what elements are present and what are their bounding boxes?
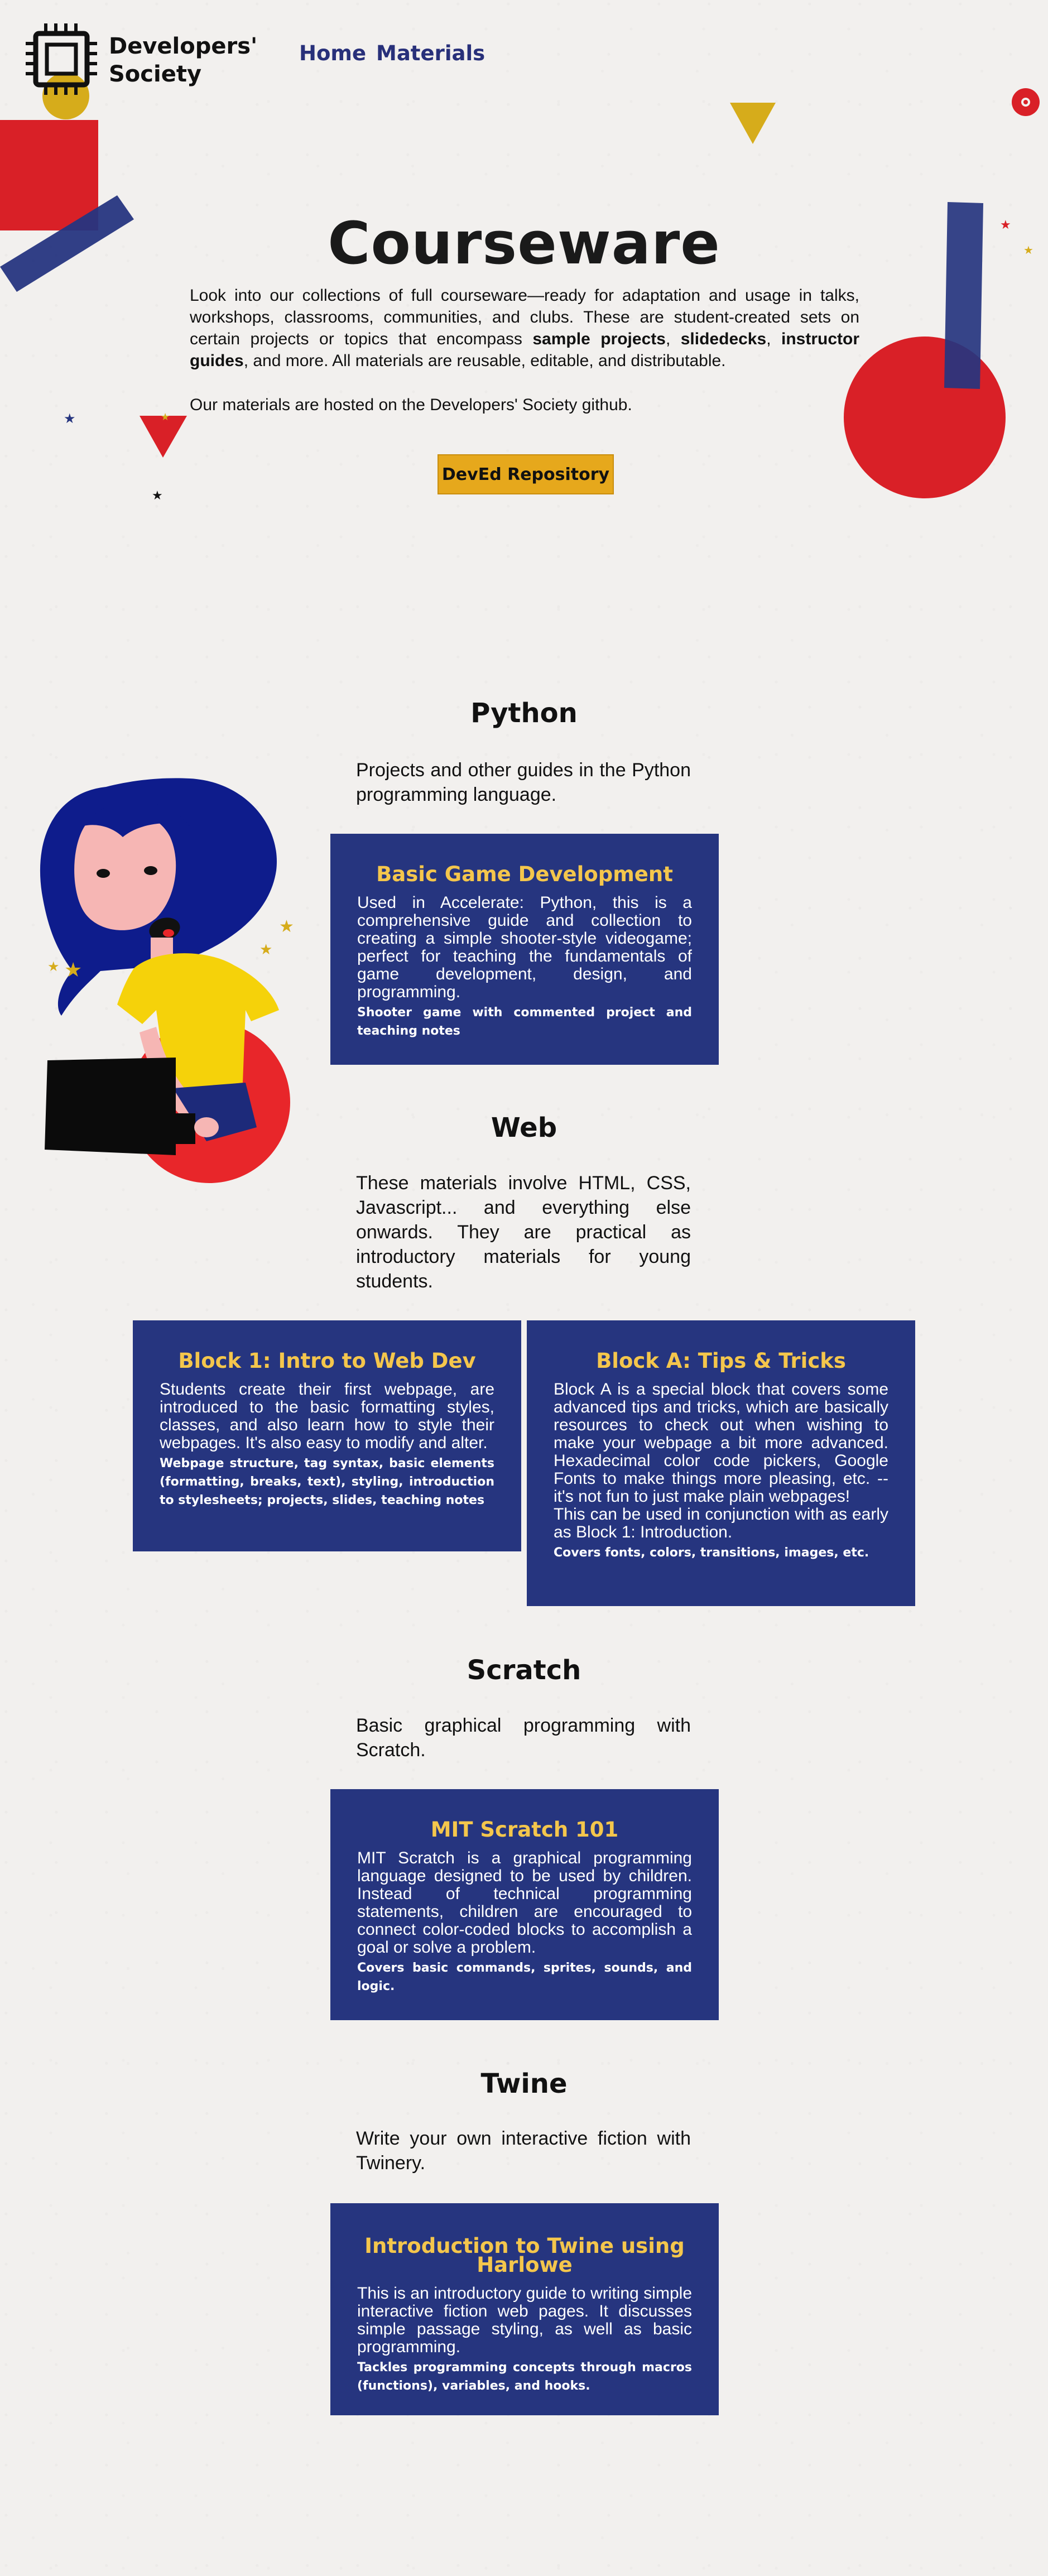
card-block-a-tips-and-tricks[interactable]: Block A: Tips & Tricks Block A is a spec… [527, 1320, 915, 1606]
svg-text:★: ★ [279, 917, 294, 936]
card-mit-scratch-101[interactable]: MIT Scratch 101 MIT Scratch is a graphic… [330, 1789, 719, 2020]
card-title: Block A: Tips & Tricks [596, 1349, 846, 1373]
hero-intro-sep: , [665, 330, 681, 348]
card-title: Basic Game Development [376, 862, 673, 886]
red-circle-shape [844, 337, 1006, 498]
hero-intro-bold-slidedecks: slidedecks [680, 330, 767, 348]
section-description-twine: Write your own interactive fiction with … [356, 2128, 691, 2174]
card-basic-game-development[interactable]: Basic Game Development Used in Accelerat… [330, 834, 719, 1065]
card-block-1-intro-to-web-dev[interactable]: Block 1: Intro to Web Dev Students creat… [133, 1320, 521, 1551]
svg-text:★: ★ [64, 959, 82, 982]
nav-materials-link[interactable]: Materials [376, 41, 485, 65]
page-title: Courseware [328, 209, 720, 277]
section-description-scratch: Basic graphical programming with Scratch… [356, 1715, 691, 1761]
card-footer: Webpage structure, tag syntax, basic ele… [160, 1457, 494, 1507]
logo-text: Developers' Society [109, 32, 276, 88]
card-introduction-to-twine-using-harlowe[interactable]: Introduction to Twine using Harlowe This… [330, 2203, 719, 2415]
card-title: MIT Scratch 101 [430, 1818, 619, 1842]
hero-intro-sep: , [766, 330, 781, 348]
svg-text:★: ★ [152, 489, 163, 503]
card-body: This is an introductory guide to writing… [357, 2284, 692, 2356]
card-body: MIT Scratch is a graphical programming l… [357, 1849, 692, 1957]
card-footer: Covers basic commands, sprites, sounds, … [357, 1961, 692, 1993]
card-footer: Covers fonts, colors, transitions, image… [554, 1546, 869, 1560]
svg-text:★: ★ [64, 411, 76, 426]
cpu-chip-icon [26, 23, 97, 95]
card-body: Used in Accelerate: Python, this is a co… [357, 893, 692, 1001]
logo-line-2: Society [109, 61, 202, 87]
hero-intro-text-end: , and more. All materials are reusable, … [243, 352, 726, 370]
card-footer: Shooter game with commented project and … [357, 1006, 692, 1038]
site-logo[interactable]: Developers' Society [22, 20, 257, 98]
section-title-web: Web [491, 1112, 557, 1143]
hero-intro-bold-sample-projects: sample projects [532, 330, 666, 348]
section-title-python: Python [470, 698, 578, 729]
card-body-note: This can be used in conjunction with as … [554, 1505, 888, 1541]
svg-text:★: ★ [47, 959, 60, 974]
section-description-python: Projects and other guides in the Python … [356, 760, 691, 805]
card-title: Block 1: Intro to Web Dev [178, 1349, 476, 1373]
section-title-scratch: Scratch [467, 1655, 581, 1686]
yellow-triangle-shape [730, 103, 776, 144]
card-footer: Tackles programming concepts through mac… [357, 2361, 692, 2393]
card-title: Introduction to Twine using Harlowe [364, 2234, 685, 2277]
svg-text:★: ★ [259, 941, 272, 958]
deved-repository-button[interactable]: DevEd Repository [438, 454, 614, 494]
nav-home-link[interactable]: Home [299, 41, 366, 65]
svg-text:★: ★ [161, 411, 170, 423]
hero-intro: Look into our collections of full course… [190, 285, 859, 372]
section-description-web: These materials involve HTML, CSS, Javas… [356, 1172, 691, 1292]
logo-line-1: Developers' [109, 33, 258, 59]
hero-hosted-note: Our materials are hosted on the Develope… [190, 396, 632, 414]
card-body: Students create their first webpage, are… [160, 1380, 494, 1452]
card-body: Block A is a special block that covers s… [554, 1380, 888, 1506]
section-title-twine: Twine [480, 2068, 568, 2099]
